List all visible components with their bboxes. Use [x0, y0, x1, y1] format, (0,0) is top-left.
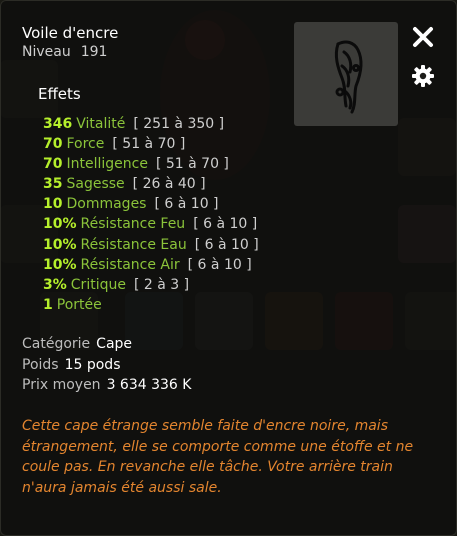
weight-row: Poids 15 pods: [22, 357, 121, 373]
effect-name: Portée: [56, 296, 102, 313]
effect-portee: 1 Portée: [43, 295, 259, 315]
effect-range: [ 6 à 10 ]: [154, 196, 219, 213]
effect-resistance-eau: 10% Résistance Eau [ 6 à 10 ]: [43, 235, 259, 255]
category-row: Catégorie Cape: [22, 336, 132, 352]
weight-label: Poids: [22, 357, 59, 373]
effect-name: Résistance Air: [80, 256, 180, 273]
effect-resistance-air: 10% Résistance Air [ 6 à 10 ]: [43, 255, 259, 275]
effect-name: Intelligence: [66, 156, 148, 173]
effect-name: Vitalité: [76, 116, 126, 132]
gear-icon: [412, 65, 434, 87]
item-image: [294, 22, 398, 126]
effect-range: [ 6 à 10 ]: [193, 216, 258, 233]
effect-force: 70 Force [ 51 à 70 ]: [43, 134, 259, 154]
effect-name: Résistance Feu: [80, 216, 186, 233]
level-value: 191: [80, 44, 108, 60]
effect-critique: 3% Critique [ 2 à 3 ]: [43, 275, 259, 295]
effect-range: [ 2 à 3 ]: [133, 276, 190, 293]
effect-name: Résistance Eau: [80, 236, 187, 253]
category-value: Cape: [96, 336, 133, 352]
item-description: Cette cape étrange semble faite d'encre …: [22, 418, 414, 496]
effect-value: 10%: [43, 256, 77, 273]
weight-value: 15 pods: [64, 357, 121, 373]
item-name: Voile d'encre: [22, 24, 119, 42]
price-value: 3 634 336 K: [106, 377, 192, 393]
effect-name: Dommages: [66, 196, 147, 213]
effect-value: 70: [43, 136, 63, 153]
effect-value: 70: [43, 156, 63, 173]
effect-value: 10: [43, 196, 63, 213]
effect-intelligence: 70 Intelligence [ 51 à 70 ]: [43, 154, 259, 174]
ink-cape-icon: [334, 40, 363, 114]
price-label: Prix moyen: [22, 377, 101, 393]
effect-dommages: 10 Dommages [ 6 à 10 ]: [43, 194, 259, 214]
effect-name: Critique: [70, 276, 126, 293]
category-label: Catégorie: [22, 336, 91, 352]
effect-range: [ 51 à 70 ]: [155, 156, 229, 173]
effect-value: 3%: [43, 276, 67, 293]
effect-range: [ 51 à 70 ]: [112, 136, 186, 153]
effect-value: 35: [43, 176, 63, 193]
effect-value: 10%: [43, 236, 77, 253]
price-row: Prix moyen 3 634 336 K: [22, 377, 191, 393]
effect-range: [ 6 à 10 ]: [187, 256, 252, 273]
effect-sagesse: 35 Sagesse [ 26 à 40 ]: [43, 174, 259, 194]
effect-vitalite: 346 Vitalité [ 251 à 350 ]: [43, 114, 259, 134]
settings-button[interactable]: [410, 63, 436, 89]
effect-value: 10%: [43, 216, 77, 233]
close-icon: [413, 27, 433, 47]
effect-range: [ 6 à 10 ]: [194, 236, 259, 253]
effect-range: [ 251 à 350 ]: [133, 116, 225, 132]
effect-value: 1: [43, 296, 53, 313]
effect-resistance-feu: 10% Résistance Feu [ 6 à 10 ]: [43, 214, 259, 234]
level-label: Niveau: [22, 44, 71, 60]
effects-title: Effets: [38, 85, 81, 103]
effect-name: Sagesse: [66, 176, 125, 193]
effects-list: 346 Vitalité [ 251 à 350 ] 70 Force [ 51 à 7…: [43, 114, 259, 315]
effect-name: Force: [66, 136, 105, 153]
effect-value: 346: [43, 116, 73, 132]
item-level: Niveau 191: [22, 44, 107, 60]
effect-range: [ 26 à 40 ]: [132, 176, 206, 193]
close-button[interactable]: [410, 24, 436, 50]
item-tooltip: Voile d'encre Niveau 191 Effets 346 Vita…: [0, 0, 457, 536]
